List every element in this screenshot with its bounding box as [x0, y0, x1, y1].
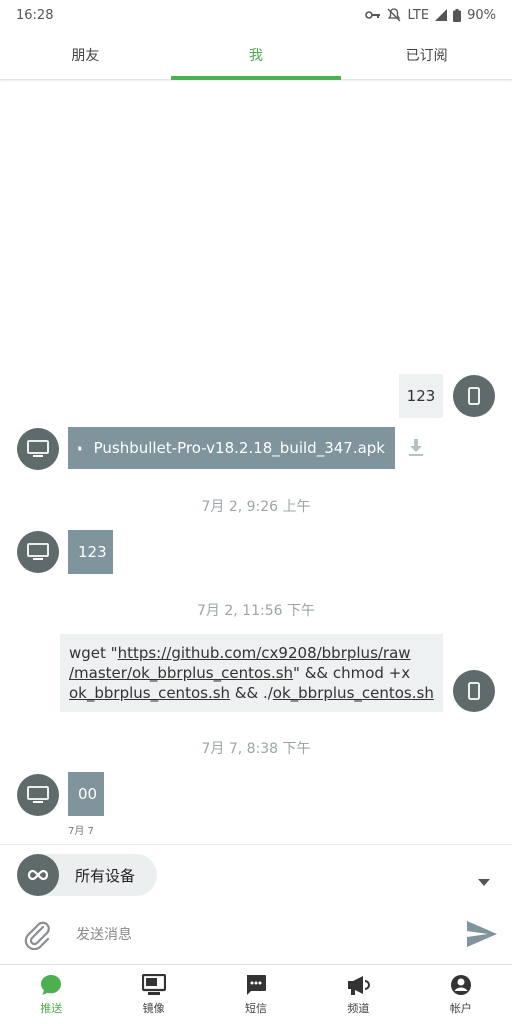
timestamp: 7月 2, 9:26 上午	[201, 499, 311, 515]
nav-label: 频道	[347, 1001, 370, 1015]
computer-icon	[27, 543, 49, 560]
message-bubble[interactable]: wget "https://github.com/cx9208/bbrplus/…	[60, 634, 443, 712]
all-devices-avatar	[17, 854, 59, 896]
nav-pushes[interactable]: 推送	[0, 965, 102, 1024]
computer-device-avatar[interactable]	[17, 531, 59, 573]
battery-icon	[453, 8, 462, 22]
message-link[interactable]: /master/ok_bbrplus_centos.sh	[69, 664, 293, 682]
account-icon	[450, 974, 471, 995]
nav-mirroring[interactable]: 镜像	[102, 965, 204, 1024]
notifications-off-icon	[387, 8, 401, 22]
bottom-navigation: 推送 镜像 短信 频道 帐户	[0, 964, 512, 1024]
message-bubble[interactable]: 123	[399, 374, 443, 418]
computer-device-avatar[interactable]	[17, 774, 59, 816]
message-date: 7月 7	[68, 826, 94, 837]
composer: 发送消息	[0, 906, 512, 964]
message-input[interactable]: 发送消息	[76, 924, 132, 944]
file-name: Pushbullet-Pro-v18.2.18_build_347.apk	[93, 439, 385, 457]
timestamp: 7月 2, 11:56 下午	[197, 603, 315, 619]
tab-subscribed[interactable]: 已订阅	[341, 30, 512, 79]
nav-account[interactable]: 帐户	[410, 965, 512, 1024]
message-text: wget "https://github.com/cx9208/bbrplus/…	[69, 643, 434, 703]
battery-level: 90%	[467, 7, 496, 23]
message-link[interactable]: ok_bbrplus_centos.sh	[273, 684, 434, 702]
device-selector-label: 所有设备	[75, 866, 136, 885]
vpn-key-icon	[365, 10, 381, 20]
status-bar: 16:28 LTE 90%	[0, 0, 512, 30]
send-icon[interactable]	[466, 920, 498, 952]
attachment-icon[interactable]	[24, 920, 52, 954]
chat-bubble-icon	[41, 974, 62, 995]
message-text: 123	[78, 543, 107, 561]
megaphone-icon	[348, 975, 371, 995]
download-icon[interactable]	[407, 438, 425, 462]
text-segment: && ./	[230, 684, 273, 702]
phone-icon	[468, 387, 480, 405]
message-text: 00	[78, 785, 98, 803]
message-link[interactable]: https://github.com/cx9208/bbrplus/raw	[118, 644, 411, 662]
nav-label: 推送	[40, 1001, 63, 1015]
text-segment: wget "	[69, 644, 118, 662]
computer-icon	[27, 440, 49, 457]
message-bubble[interactable]: 00	[68, 772, 104, 816]
nav-sms[interactable]: 短信	[205, 965, 307, 1024]
nav-label: 镜像	[142, 1001, 165, 1015]
status-time: 16:28	[16, 7, 54, 23]
top-tabs: 朋友 我 已订阅	[0, 30, 512, 80]
device-selector[interactable]: 所有设备	[17, 854, 157, 896]
network-type: LTE	[407, 7, 430, 23]
phone-device-avatar[interactable]	[453, 670, 495, 712]
file-icon	[78, 446, 82, 450]
nav-label: 帐户	[449, 1001, 472, 1015]
signal-icon	[435, 9, 448, 21]
phone-icon	[468, 682, 480, 700]
nav-label: 短信	[245, 1001, 268, 1015]
timestamp: 7月 7, 8:38 下午	[201, 741, 311, 757]
push-feed[interactable]: 123 Pushbullet-Pro-v18.2.18_build_347.ap…	[0, 81, 512, 844]
message-text: 123	[406, 387, 436, 405]
nav-channels[interactable]: 频道	[307, 965, 409, 1024]
computer-icon	[27, 786, 49, 803]
device-selector-row: 所有设备	[0, 844, 512, 906]
tab-me[interactable]: 我	[170, 30, 342, 80]
sms-icon	[247, 974, 267, 995]
computer-device-avatar[interactable]	[17, 428, 59, 470]
dropdown-arrow-icon[interactable]	[478, 871, 490, 890]
infinity-icon	[27, 869, 49, 881]
mirror-screen-icon	[141, 973, 166, 995]
tab-friends[interactable]: 朋友	[0, 30, 171, 79]
text-segment: " && chmod +x	[293, 664, 411, 682]
message-link[interactable]: ok_bbrplus_centos.sh	[69, 684, 230, 702]
phone-device-avatar[interactable]	[453, 375, 495, 417]
file-message-bubble[interactable]: Pushbullet-Pro-v18.2.18_build_347.apk	[68, 427, 395, 469]
message-bubble[interactable]: 123	[68, 530, 113, 574]
